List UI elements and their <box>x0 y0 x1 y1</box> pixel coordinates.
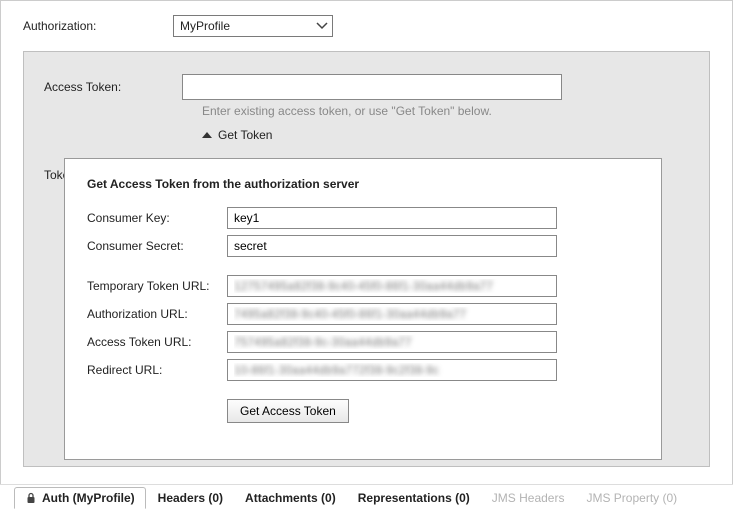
access-token-label: Access Token: <box>44 80 182 94</box>
access-url-row: Access Token URL: <box>87 331 639 353</box>
access-token-hint: Enter existing access token, or use "Get… <box>24 104 709 118</box>
oauth-panel: Access Token: Enter existing access toke… <box>23 51 710 467</box>
auth-url-label: Authorization URL: <box>87 307 227 321</box>
triangle-up-icon <box>202 132 212 138</box>
authorization-profile-value: MyProfile <box>180 19 230 33</box>
tab-auth-label: Auth (MyProfile) <box>42 491 135 505</box>
tab-jms-property: JMS Property (0) <box>576 488 687 508</box>
tab-jms-headers: JMS Headers <box>482 488 575 508</box>
consumer-key-row: Consumer Key: <box>87 207 639 229</box>
redirect-url-label: Redirect URL: <box>87 363 227 377</box>
bottom-tabs: Auth (MyProfile) Headers (0) Attachments… <box>0 484 733 510</box>
consumer-secret-row: Consumer Secret: <box>87 235 639 257</box>
redirect-url-input[interactable] <box>227 359 557 381</box>
access-url-label: Access Token URL: <box>87 335 227 349</box>
consumer-secret-label: Consumer Secret: <box>87 239 227 253</box>
access-token-input[interactable] <box>182 74 562 100</box>
temp-token-row: Temporary Token URL: <box>87 275 639 297</box>
consumer-key-input[interactable] <box>227 207 557 229</box>
redirect-url-row: Redirect URL: <box>87 359 639 381</box>
get-token-toggle-label: Get Token <box>218 128 272 142</box>
access-url-input[interactable] <box>227 331 557 353</box>
lock-icon <box>25 492 37 504</box>
chevron-down-icon <box>316 20 328 32</box>
popup-title: Get Access Token from the authorization … <box>87 177 639 191</box>
consumer-secret-input[interactable] <box>227 235 557 257</box>
get-access-token-popup: Get Access Token from the authorization … <box>64 158 662 460</box>
temp-token-label: Temporary Token URL: <box>87 279 227 293</box>
tab-auth[interactable]: Auth (MyProfile) <box>14 487 146 509</box>
tab-attachments[interactable]: Attachments (0) <box>235 488 346 508</box>
access-token-row: Access Token: <box>24 52 709 100</box>
get-access-token-button[interactable]: Get Access Token <box>227 399 349 423</box>
tab-headers[interactable]: Headers (0) <box>148 488 233 508</box>
consumer-key-label: Consumer Key: <box>87 211 227 225</box>
temp-token-input[interactable] <box>227 275 557 297</box>
authorization-profile-select[interactable]: MyProfile <box>173 15 333 37</box>
hidden-token-secret-label: Token Secret: <box>44 168 64 182</box>
auth-url-row: Authorization URL: <box>87 303 639 325</box>
get-token-toggle[interactable]: Get Token <box>24 128 709 142</box>
authorization-label: Authorization: <box>23 19 173 33</box>
tab-representations[interactable]: Representations (0) <box>348 488 480 508</box>
auth-url-input[interactable] <box>227 303 557 325</box>
authorization-row: Authorization: MyProfile <box>1 1 732 45</box>
